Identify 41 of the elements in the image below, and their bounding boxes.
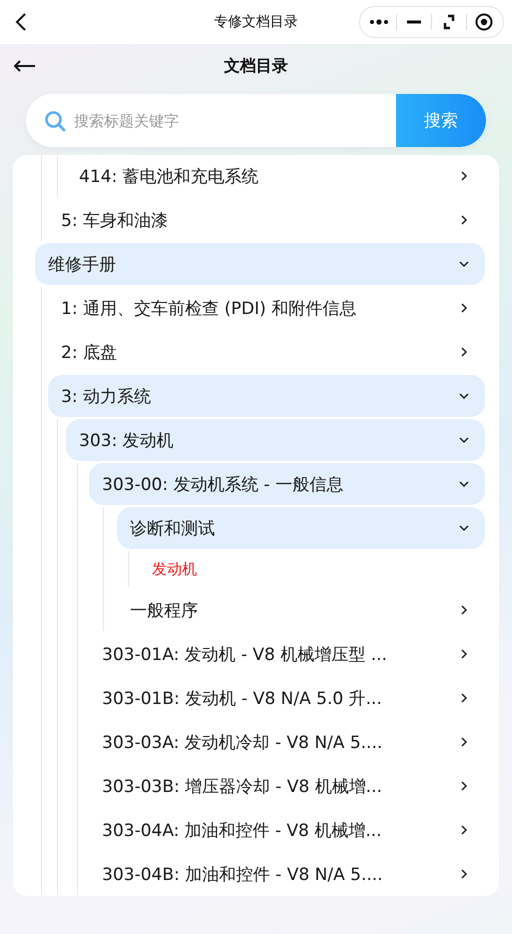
chevron-down-icon (459, 435, 469, 445)
tree-item[interactable]: 诊断和测试 (117, 507, 485, 549)
chevron-down-icon (459, 523, 469, 533)
chevron-right-icon (459, 737, 469, 747)
tree-item[interactable]: 1: 通用、交车前检查 (PDI) 和附件信息 (48, 287, 485, 329)
tree-item[interactable]: 一般程序 (117, 589, 485, 631)
search-icon (44, 110, 66, 132)
chevron-right-icon (459, 825, 469, 835)
chevron-right-icon (459, 605, 469, 615)
chevron-down-icon (459, 391, 469, 401)
tree-item[interactable]: 303-01B: 发动机 - V8 N/A 5.0 升... (89, 677, 485, 719)
chevron-right-icon (459, 347, 469, 357)
chevron-right-icon (459, 649, 469, 659)
tree-item[interactable]: 414: 蓄电池和充电系统 (66, 155, 485, 197)
chevron-down-icon (459, 479, 469, 489)
chevron-right-icon (459, 171, 469, 181)
tree-item[interactable]: 303-00: 发动机系统 - 一般信息 (89, 463, 485, 505)
tree-item[interactable]: 维修手册 (35, 243, 485, 285)
tree-item[interactable]: 303-03A: 发动机冷却 - V8 N/A 5.... (89, 721, 485, 763)
back-icon[interactable] (14, 12, 28, 32)
page-title: 文档目录 (224, 56, 288, 74)
chevron-right-icon (459, 693, 469, 703)
tree-item[interactable]: 303: 发动机 (66, 419, 485, 461)
chevron-right-icon (459, 781, 469, 791)
chevron-right-icon (459, 869, 469, 879)
chevron-right-icon (459, 303, 469, 313)
target-icon[interactable] (473, 12, 495, 32)
more-icon[interactable] (368, 17, 390, 27)
chevron-down-icon (459, 259, 469, 269)
tree-item[interactable]: 3: 动力系统 (48, 375, 485, 417)
tree-item[interactable]: 303-03B: 增压器冷却 - V8 机械增... (89, 765, 485, 807)
tree-item[interactable]: 303-04A: 加油和控件 - V8 机械增... (89, 809, 485, 851)
tree-item[interactable]: 2: 底盘 (48, 331, 485, 373)
tree-item[interactable]: 303-01A: 发动机 - V8 机械增压型 ... (89, 633, 485, 675)
app-title: 专修文档目录 (214, 14, 298, 30)
search-field[interactable]: 搜索标题关键字 (74, 112, 396, 130)
back-arrow-icon[interactable] (14, 60, 36, 72)
chevron-right-icon (459, 215, 469, 225)
tree-item[interactable]: 发动机 (139, 551, 485, 587)
tree-item[interactable]: 5: 车身和油漆 (48, 199, 485, 241)
tree-item[interactable]: 303-04B: 加油和控件 - V8 N/A 5.... (89, 853, 485, 895)
